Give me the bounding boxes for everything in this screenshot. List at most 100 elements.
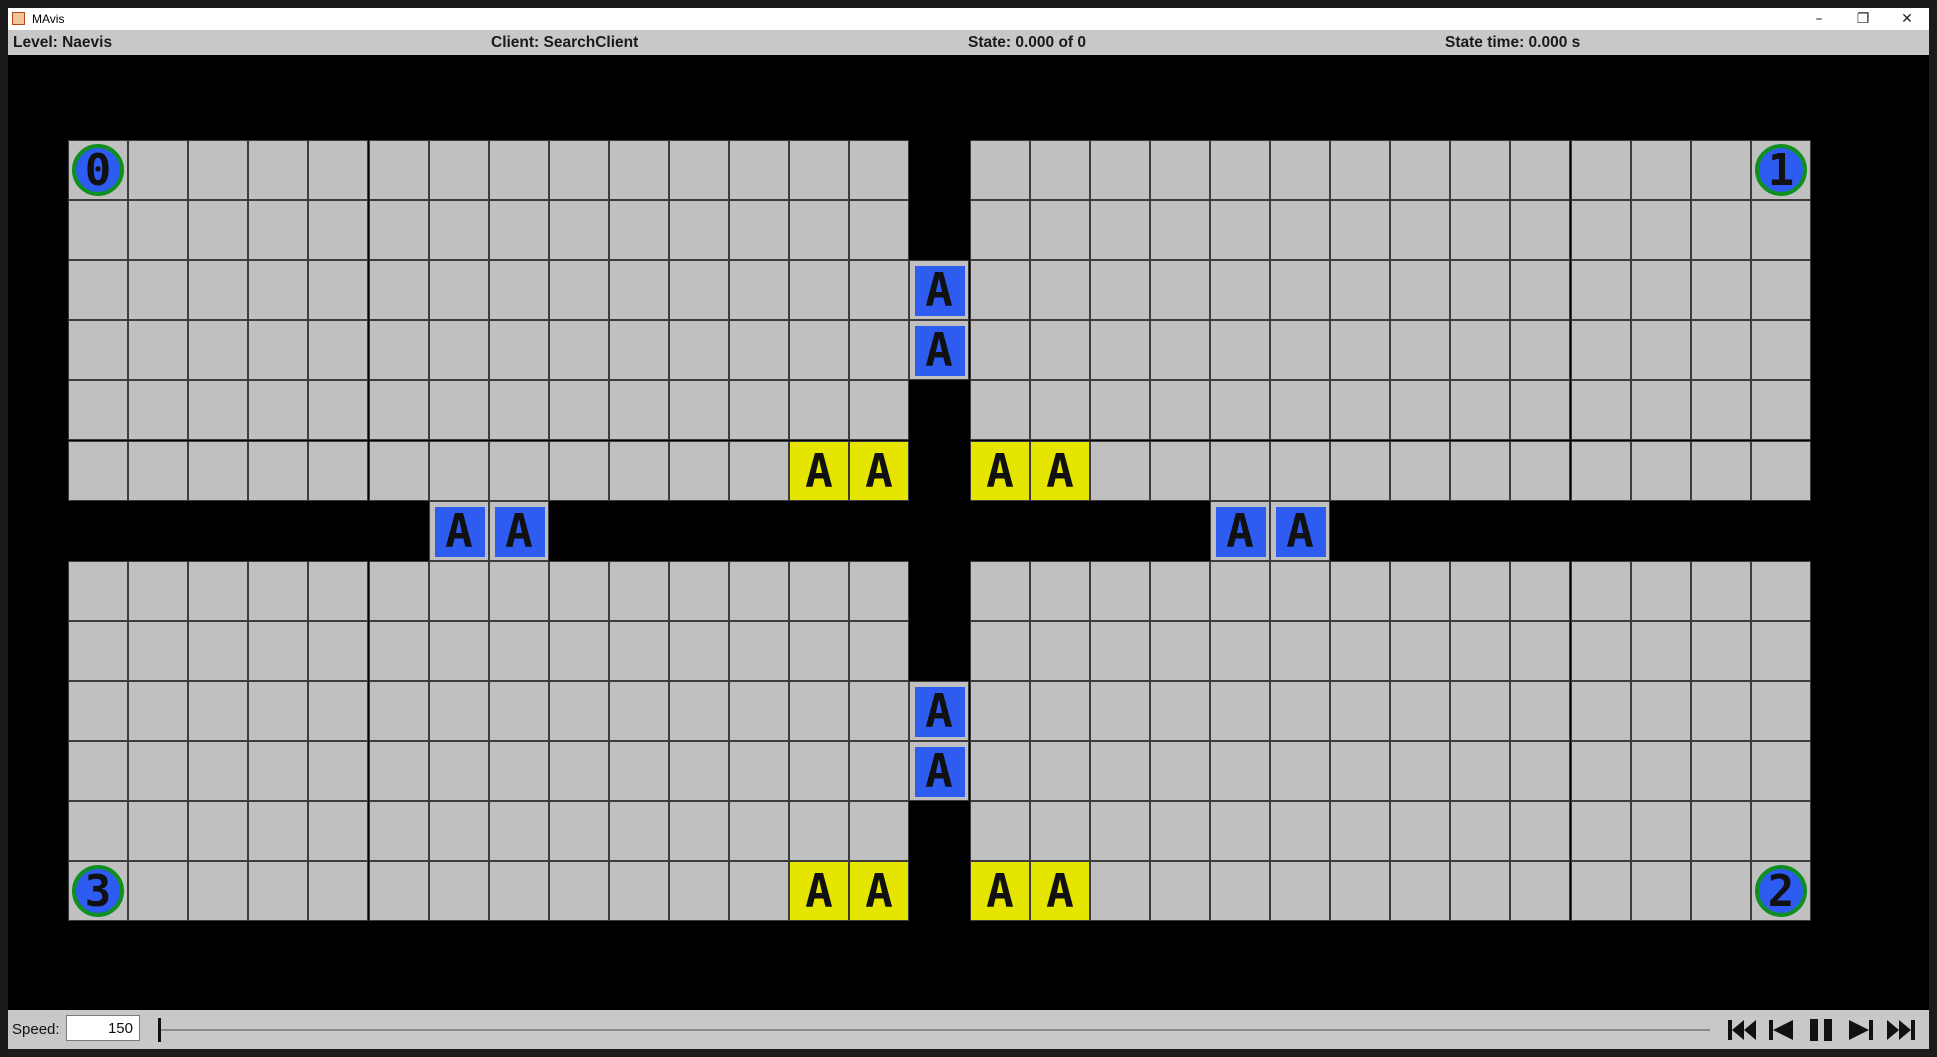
- floor-cell: [729, 140, 789, 200]
- floor-cell: [1270, 561, 1330, 621]
- floor-cell: [1631, 260, 1691, 320]
- floor-cell: [1691, 741, 1751, 801]
- floor-cell: [429, 320, 489, 380]
- floor-cell: [128, 801, 188, 861]
- floor-cell: [369, 140, 429, 200]
- floor-cell: [1631, 441, 1691, 501]
- agent-label: 0: [72, 144, 124, 196]
- floor-cell: [1390, 320, 1450, 380]
- skip-to-start-button[interactable]: [1724, 1016, 1760, 1044]
- box-letter: A: [1226, 504, 1254, 558]
- floor-cell: [729, 801, 789, 861]
- floor-cell: [1571, 320, 1631, 380]
- floor-cell: [1571, 681, 1631, 741]
- floor-cell: [1090, 260, 1150, 320]
- floor-cell: [669, 801, 729, 861]
- floor-cell: [489, 441, 549, 501]
- floor-cell: [308, 380, 368, 440]
- floor-cell: [128, 200, 188, 260]
- floor-cell: [1330, 681, 1390, 741]
- floor-cell: [669, 561, 729, 621]
- skip-to-end-icon: [1887, 1020, 1915, 1040]
- speed-input[interactable]: [66, 1015, 140, 1041]
- floor-cell: [68, 561, 128, 621]
- floor-cell: [849, 320, 909, 380]
- status-bar: Level: Naevis Client: SearchClient State…: [8, 30, 1929, 55]
- floor-cell: [489, 200, 549, 260]
- floor-cell: [1631, 801, 1691, 861]
- timeline-slider-thumb[interactable]: [158, 1018, 161, 1042]
- floor-cell: [489, 561, 549, 621]
- minimize-button[interactable]: –: [1797, 8, 1841, 30]
- timeline-slider-track[interactable]: [160, 1029, 1710, 1031]
- box-cell: A: [909, 320, 969, 380]
- floor-cell: [849, 380, 909, 440]
- floor-cell: [1150, 320, 1210, 380]
- state-label: State: 0.000 of 0: [968, 34, 1087, 51]
- pause-button[interactable]: [1803, 1016, 1839, 1044]
- floor-cell: [1210, 441, 1270, 501]
- goal-cell: A: [789, 441, 849, 501]
- box-letter: A: [445, 504, 473, 558]
- floor-cell: [188, 200, 248, 260]
- floor-cell: [1450, 380, 1510, 440]
- step-forward-button[interactable]: [1843, 1016, 1879, 1044]
- floor-cell: [369, 801, 429, 861]
- floor-cell: [1450, 200, 1510, 260]
- step-back-button[interactable]: [1763, 1016, 1799, 1044]
- floor-cell: [248, 561, 308, 621]
- floor-cell: [1390, 441, 1450, 501]
- floor-cell: [128, 441, 188, 501]
- floor-cell: [1090, 861, 1150, 921]
- floor-cell: [1030, 320, 1090, 380]
- floor-cell: [729, 741, 789, 801]
- floor-cell: [729, 441, 789, 501]
- floor-cell: [1571, 561, 1631, 621]
- close-button[interactable]: ✕: [1885, 8, 1929, 30]
- agent-0: 0: [68, 140, 128, 200]
- floor-cell: [1571, 801, 1631, 861]
- floor-cell: [429, 621, 489, 681]
- goal-letter: A: [865, 444, 893, 498]
- floor-cell: [1090, 801, 1150, 861]
- floor-cell: [489, 741, 549, 801]
- floor-cell: [1270, 380, 1330, 440]
- agent-1: 1: [1751, 140, 1811, 200]
- floor-cell: [489, 861, 549, 921]
- floor-cell: [1030, 140, 1090, 200]
- floor-cell: [68, 741, 128, 801]
- floor-cell: [429, 260, 489, 320]
- floor-cell: [188, 681, 248, 741]
- skip-to-end-button[interactable]: [1883, 1016, 1919, 1044]
- goal-cell: A: [1030, 861, 1090, 921]
- floor-cell: [1510, 621, 1570, 681]
- floor-cell: [1571, 741, 1631, 801]
- floor-cell: [1450, 561, 1510, 621]
- floor-cell: [188, 320, 248, 380]
- box-cell: A: [909, 681, 969, 741]
- floor-cell: [1571, 260, 1631, 320]
- floor-cell: [789, 621, 849, 681]
- floor-cell: [1210, 140, 1270, 200]
- floor-cell: [68, 801, 128, 861]
- floor-cell: [1450, 741, 1510, 801]
- floor-cell: [1751, 621, 1811, 681]
- floor-cell: [669, 140, 729, 200]
- floor-cell: [308, 441, 368, 501]
- speed-label: Speed:: [12, 1021, 60, 1038]
- floor-cell: [849, 801, 909, 861]
- floor-cell: [609, 260, 669, 320]
- floor-cell: [369, 441, 429, 501]
- floor-cell: [1390, 380, 1450, 440]
- floor-cell: [1210, 801, 1270, 861]
- floor-cell: [369, 260, 429, 320]
- restore-button[interactable]: ❐: [1841, 8, 1885, 30]
- floor-cell: [188, 801, 248, 861]
- window-title: MAvis: [32, 12, 65, 26]
- floor-cell: [429, 140, 489, 200]
- box-cell: A: [1270, 501, 1330, 561]
- floor-cell: [369, 380, 429, 440]
- floor-cell: [1751, 561, 1811, 621]
- floor-cell: [1390, 861, 1450, 921]
- floor-cell: [1090, 741, 1150, 801]
